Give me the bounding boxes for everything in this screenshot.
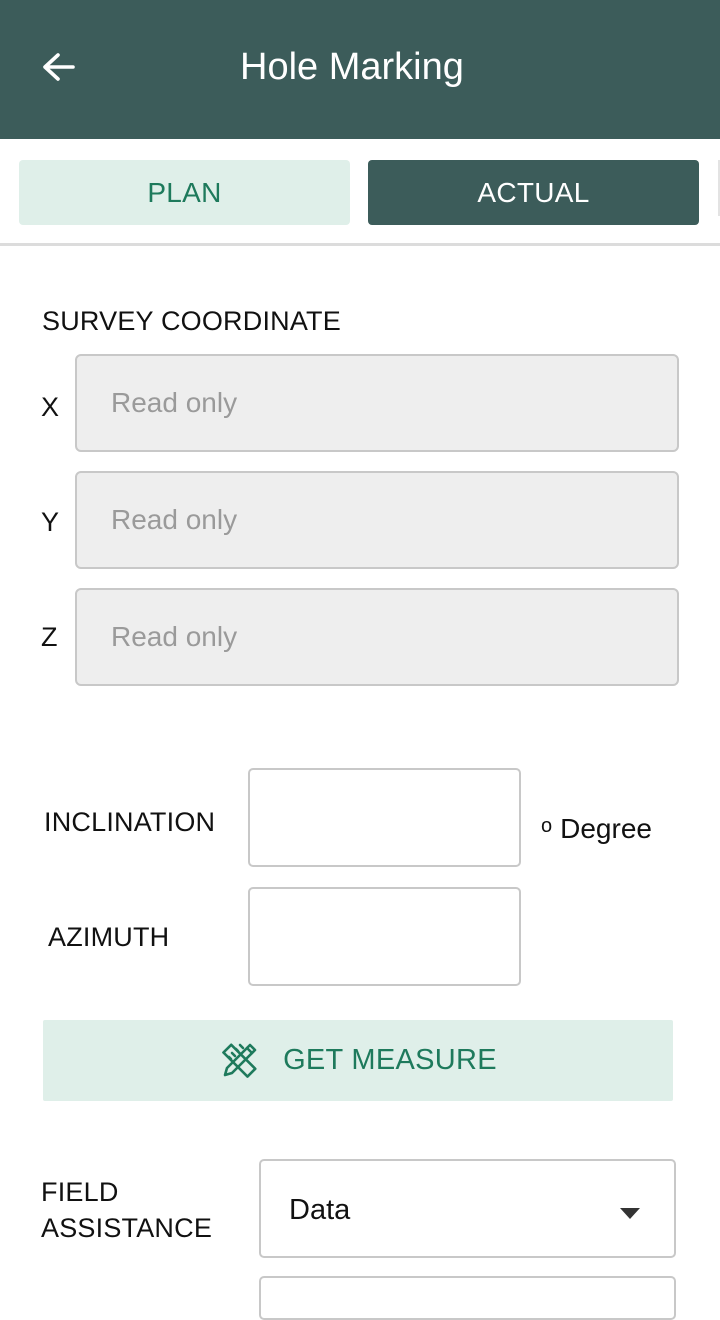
field-assistance-select[interactable]: Data: [259, 1159, 676, 1258]
get-measure-label: GET MEASURE: [283, 1044, 497, 1076]
ruler-pencil-icon: [222, 1042, 257, 1078]
z-label: Z: [41, 622, 58, 652]
caret-down-icon: [620, 1208, 640, 1219]
app-bar: Hole Marking: [0, 0, 720, 139]
field-assistance-label-line2: ASSISTANCE: [41, 1213, 213, 1243]
azimuth-input[interactable]: [248, 887, 521, 986]
survey-coordinate-title: SURVEY COORDINATE: [42, 306, 341, 336]
y-label: Y: [41, 507, 60, 537]
inclination-input[interactable]: [248, 768, 521, 867]
x-coordinate-field[interactable]: [75, 354, 679, 452]
degree-symbol: o: [541, 815, 553, 837]
azimuth-label: AZIMUTH: [48, 922, 170, 952]
y-coordinate-field[interactable]: [75, 471, 679, 569]
field-assistance-value: Data: [289, 1194, 351, 1226]
field-assistance-label-line1: FIELD: [41, 1177, 119, 1207]
inclination-label: INCLINATION: [44, 807, 216, 837]
degree-unit: o Degree: [541, 808, 652, 847]
arrow-left-icon: [43, 53, 75, 81]
x-label: X: [41, 392, 60, 422]
back-button[interactable]: [30, 40, 88, 94]
page-title: Hole Marking: [240, 46, 464, 88]
z-coordinate-field[interactable]: [75, 588, 679, 686]
tab-actual[interactable]: ACTUAL: [368, 160, 699, 225]
tab-divider: [0, 243, 720, 246]
get-measure-button[interactable]: GET MEASURE: [43, 1020, 673, 1101]
tab-plan[interactable]: PLAN: [19, 160, 350, 225]
degree-label: Degree: [560, 813, 652, 844]
next-field-partial[interactable]: [259, 1276, 676, 1320]
